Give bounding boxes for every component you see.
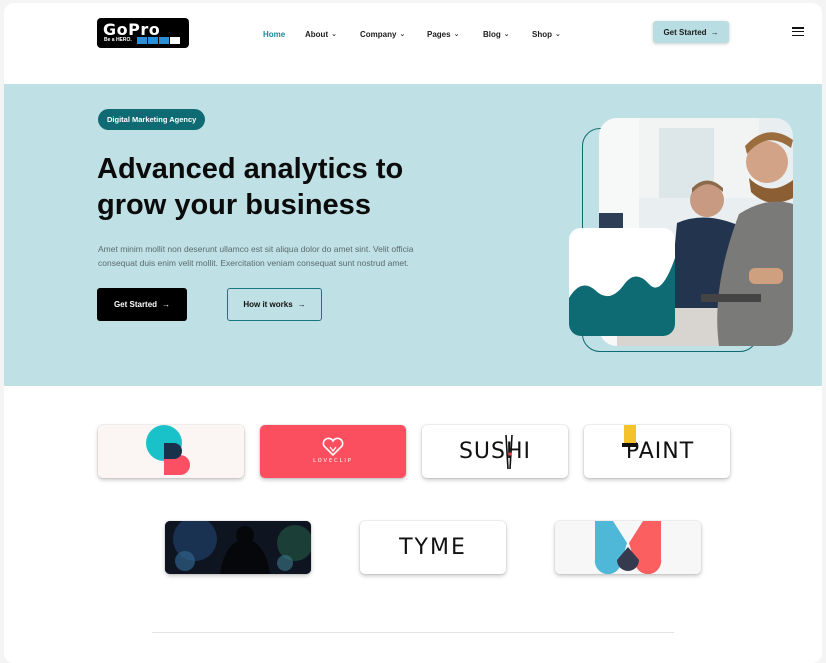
arrow-right-icon: → [162,300,171,309]
header-get-started-button[interactable]: Get Started → [653,21,729,43]
hero-title-line-1: Advanced analytics to [97,153,404,185]
hero-section: Digital Marketing Agency Advanced analyt… [4,84,822,386]
nav-pages-label: Pages [427,30,451,39]
arrow-right-icon: → [710,27,719,37]
analytics-wave-card [569,228,675,336]
chevron-down-icon: ⌄ [399,31,406,38]
nav-home[interactable]: Home [263,30,285,39]
client-logo-loveclip: LOVECLIP [260,425,406,478]
chevron-down-icon: ⌄ [555,31,561,38]
nav-blog[interactable]: Blog ⌄ [483,30,510,39]
client-logo-dark-photo [165,521,311,574]
client-logo-sushi: SUSHI [422,425,568,478]
hero-image-group [569,118,794,356]
client-logo-m-shapes [555,521,701,574]
hero-title-line-2: grow your business [97,189,371,221]
tyme-text: TYME [399,535,467,560]
nav-shop[interactable]: Shop ⌄ [532,30,561,39]
hamburger-menu-icon[interactable] [792,27,804,36]
arrow-right-icon: → [297,300,306,309]
logo-color-cells [137,37,180,44]
section-divider [152,632,674,633]
nav-company[interactable]: Company ⌄ [360,30,405,39]
hero-get-started-label: Get Started [113,300,158,309]
hero-title: Advanced analytics to grow your business [97,151,457,223]
how-it-works-label: How it works [243,300,293,309]
nav-blog-label: Blog [483,30,501,39]
nav-company-label: Company [360,30,397,39]
nav-about[interactable]: About ⌄ [305,30,337,39]
client-logo-paint: PAINT [584,425,730,478]
page-frame: GoPro Be a HERO. Home About ⌄ Company ⌄ … [4,3,822,663]
nav-about-label: About [305,30,329,39]
chevron-down-icon: ⌄ [503,31,510,38]
client-logo-b-shapes [98,425,244,478]
nav-pages[interactable]: Pages ⌄ [427,30,459,39]
nav-home-label: Home [263,30,286,39]
header-get-started-label: Get Started [663,27,707,37]
chevron-down-icon: ⌄ [331,31,337,38]
hero-get-started-button[interactable]: Get Started → [97,288,187,321]
nav-shop-label: Shop [532,30,552,39]
client-logo-tyme: TYME [360,521,506,574]
gopro-logo[interactable]: GoPro Be a HERO. [97,18,189,48]
hero-description: Amet minim mollit non deserunt ullamco e… [98,244,414,268]
hero-badge: Digital Marketing Agency [98,109,206,130]
loveclip-text: LOVECLIP [313,458,353,464]
chevron-down-icon: ⌄ [453,31,460,38]
how-it-works-button[interactable]: How it works → [227,288,322,321]
logo-tagline: Be a HERO. [104,37,132,43]
